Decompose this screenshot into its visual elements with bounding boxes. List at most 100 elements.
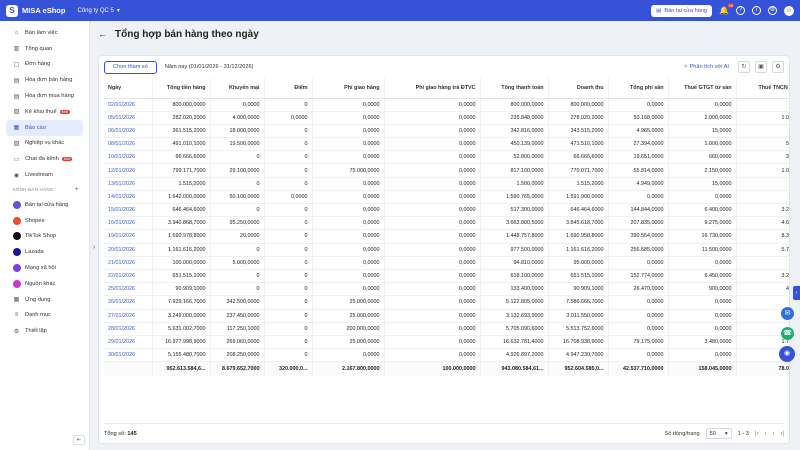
notification-bell-icon[interactable]: 🔔 99 (719, 3, 734, 15)
channel-item-label: Bán tại cửa hàng (25, 201, 69, 208)
column-header[interactable]: Khuyến mại (210, 78, 265, 99)
table-cell: 1.075,0 (736, 163, 789, 178)
sidebar-item[interactable]: ▧ Kê khai thuế Mới (0, 104, 89, 120)
settings-icon[interactable]: ⚙ (772, 61, 784, 73)
store-sale-button[interactable]: ▤ Bán tại cửa hàng (651, 4, 713, 17)
date-link[interactable]: 26/01/2026 (104, 295, 153, 310)
channel-item[interactable]: Lazada (0, 244, 89, 260)
column-header[interactable]: Thuế GTGT từ sàn (668, 78, 737, 99)
channel-item[interactable]: TikTok Shop (0, 229, 89, 245)
sidebar-item[interactable]: ⌂ Bàn làm việc (0, 25, 89, 41)
refresh-icon[interactable]: ↻ (738, 61, 750, 73)
table-cell: 800.000,0000 (548, 98, 609, 112)
column-header[interactable]: Ngày (104, 78, 153, 99)
date-link[interactable]: 10/01/2026 (104, 150, 153, 165)
table-cell: 144.844,0000 (608, 203, 669, 218)
date-link[interactable]: 14/01/2026 (104, 190, 153, 205)
channel-item[interactable]: Mạng xã hội (0, 260, 89, 276)
report-table-container[interactable]: Ngày Tổng tiền hàng Khuyến mại Điểm Phí giao… (104, 78, 789, 423)
date-link[interactable]: 30/01/2026 (104, 348, 153, 363)
sidebar-item[interactable]: ▤ Hóa đơn bán hàng (0, 72, 89, 88)
table-row: 21/01/2026 100.000,0000 5.000,0000 0 0,0000 0… (104, 256, 789, 270)
date-link[interactable]: 28/01/2026 (104, 322, 153, 336)
date-link[interactable]: 21/01/2026 (104, 256, 153, 270)
column-header[interactable]: Thuế TNCN từ s (736, 78, 789, 99)
sidebar-item[interactable]: ⚙ Thiết lập (0, 323, 89, 339)
table-row: 14/01/2026 1.642.000,0000 50.100,0000 0,000… (104, 190, 789, 205)
date-link[interactable]: 27/01/2026 (104, 309, 153, 323)
avatar[interactable]: ☺ (784, 5, 794, 16)
info-icon[interactable]: i (752, 6, 761, 15)
table-cell: 1.161.616,2000 (152, 243, 211, 257)
channel-item-label: Nguồn khác (25, 280, 56, 287)
channel-item[interactable]: Shopee (0, 213, 89, 229)
table-cell: 342.500,0000 (210, 295, 265, 310)
column-header[interactable]: Tổng phí sàn (608, 78, 669, 99)
add-channel-icon[interactable]: + (75, 186, 79, 193)
support-icon[interactable]: ☎ (781, 327, 794, 340)
collapse-sidebar-icon[interactable]: ⇤ (73, 435, 85, 445)
column-header[interactable]: Doanh thu (548, 78, 609, 99)
table-cell: 0,0000 (608, 309, 669, 323)
back-arrow-icon[interactable]: ← (98, 29, 107, 39)
table-cell: 491.010,1000 (152, 137, 211, 152)
date-link[interactable]: 20/01/2026 (104, 243, 153, 257)
date-link[interactable]: 08/01/2026 (104, 137, 153, 152)
last-page-icon[interactable]: ›| (780, 431, 784, 437)
sidebar-item[interactable]: ▦ Ứng dụng (0, 292, 89, 308)
briefcase-icon: ▨ (13, 140, 20, 147)
sidebar-item[interactable]: ▨ Nghiệp vụ khác (0, 136, 89, 152)
date-link[interactable]: 25/01/2026 (104, 282, 153, 297)
prev-page-icon[interactable]: ‹ (764, 431, 766, 437)
column-header[interactable]: Tổng tiền hàng (152, 78, 211, 99)
messenger-icon[interactable]: ✉ (781, 307, 794, 320)
date-link[interactable]: 06/01/2026 (104, 124, 153, 139)
column-header[interactable]: Phí giao hàng (312, 78, 385, 99)
store-sale-label: Bán tại cửa hàng (664, 7, 708, 14)
app-logo-icon[interactable]: S (6, 4, 18, 17)
export-file-icon[interactable]: ▣ (755, 61, 767, 73)
choose-params-button[interactable]: Chọn tham số (104, 60, 157, 74)
ai-analysis-link[interactable]: ✧ Phân tích với AI (683, 64, 729, 70)
column-header[interactable]: Điểm (264, 78, 313, 99)
date-link[interactable]: 22/01/2026 (104, 269, 153, 284)
next-page-icon[interactable]: › (772, 431, 774, 437)
column-header[interactable]: Tổng thanh toán (480, 78, 549, 99)
gear-icon[interactable]: ⚙ (768, 6, 777, 15)
date-link[interactable]: 02/01/2026 (104, 98, 153, 112)
column-header[interactable]: Phí giao hàng trả ĐTVC (384, 78, 481, 99)
first-page-icon[interactable]: |‹ (755, 431, 759, 437)
table-row: 02/01/2026 800.000,0000 0,0000 0 0,0000 0,000… (104, 98, 789, 112)
sidebar-item[interactable]: ▤ Hóa đơn mua hàng (0, 88, 89, 104)
company-selector[interactable]: Công ty QC 5 ▾ (77, 7, 119, 15)
sidebar-item[interactable]: ▦ Báo cáo (6, 119, 83, 136)
sidebar-item[interactable]: ◉ Livestream (0, 167, 89, 183)
page-size-select[interactable]: 50 ▾ (705, 428, 732, 439)
help-icon[interactable]: ? (736, 6, 745, 15)
sidebar-item[interactable]: ▢ Đơn hàng (0, 57, 89, 73)
date-link[interactable]: 15/01/2026 (104, 203, 153, 218)
side-panel-tab[interactable]: ‹ (793, 286, 800, 300)
date-link[interactable]: 12/01/2026 (104, 163, 153, 178)
date-link[interactable]: 16/01/2026 (104, 216, 153, 231)
table-cell: 5.000,0000 (210, 256, 265, 270)
date-link[interactable]: 05/01/2026 (104, 111, 153, 125)
sidebar-item-label: Nghiệp vụ khác (25, 140, 65, 147)
sidebar-item[interactable]: ≡ Danh mục (0, 308, 89, 324)
table-cell: 200.000,0000 (312, 322, 385, 336)
sidebar-item-label: Hóa đơn mua hàng (25, 93, 74, 100)
chatbot-icon[interactable]: ◉ (779, 346, 795, 362)
table-row: 10/01/2026 66.666,6000 0 0 0,0000 0,0000 52.80… (104, 150, 789, 165)
page-size-value: 50 (709, 430, 716, 437)
sidebar-item[interactable]: ▥ Tổng quan (0, 41, 89, 57)
table-cell: 0 (210, 269, 265, 284)
channel-item[interactable]: Nguồn khác (0, 276, 89, 292)
table-cell: 15,0000 (668, 177, 737, 191)
table-cell: 20,0000 (210, 229, 265, 244)
date-link[interactable]: 19/01/2026 (104, 229, 153, 244)
sidebar-item[interactable]: ▭ Chat đa kênh Mới (0, 151, 89, 167)
date-link[interactable]: 13/01/2026 (104, 177, 153, 191)
date-link[interactable]: 29/01/2026 (104, 335, 153, 350)
channel-item[interactable]: Bán tại cửa hàng (0, 197, 89, 213)
table-row: 29/01/2026 16.977.998,9000 269.060,0000 0 25… (104, 335, 789, 350)
